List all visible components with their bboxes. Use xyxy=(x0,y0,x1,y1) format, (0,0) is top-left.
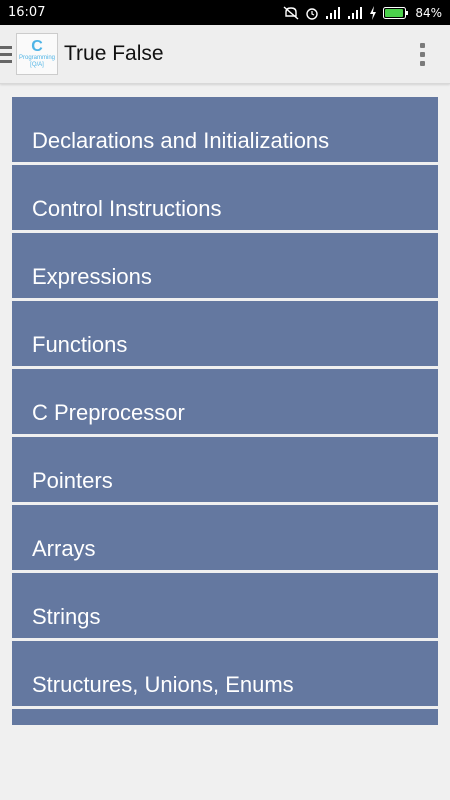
status-icons: 84% xyxy=(283,5,442,20)
logo-text: Programming xyxy=(18,55,55,61)
list-item-label: Functions xyxy=(32,332,128,357)
page-title: True False xyxy=(64,42,164,65)
list-item[interactable]: Control Instructions xyxy=(12,165,438,230)
list-item[interactable]: Strings xyxy=(12,573,438,638)
list-item[interactable]: Expressions xyxy=(12,233,438,298)
list-item[interactable]: Structures, Unions, Enums xyxy=(12,641,438,706)
logo-letter: C xyxy=(31,38,43,55)
signal-icon xyxy=(326,6,341,19)
list-item[interactable]: C Preprocessor xyxy=(12,369,438,434)
drawer-menu-icon[interactable] xyxy=(0,39,14,69)
list-item-label: C Preprocessor xyxy=(32,400,185,425)
list-item-label: Arrays xyxy=(32,536,96,561)
overflow-menu-icon[interactable] xyxy=(402,34,442,74)
list-item-label: Expressions xyxy=(32,264,152,289)
status-bar: 16:07 84% xyxy=(0,0,450,25)
list-item-label: Declarations and Initializations xyxy=(32,128,330,153)
battery-percent: 84% xyxy=(415,5,442,20)
app-bar: C Programming [Q/A] True False xyxy=(0,25,450,84)
app-logo[interactable]: C Programming [Q/A] xyxy=(16,33,58,75)
battery-icon xyxy=(383,6,409,19)
list-item[interactable]: Arrays xyxy=(12,505,438,570)
list-item-partial[interactable] xyxy=(12,709,438,725)
list-item-label: Structures, Unions, Enums xyxy=(32,672,294,697)
signal-icon xyxy=(348,6,363,19)
logo-subtext: [Q/A] xyxy=(30,62,44,68)
alarm-icon xyxy=(306,7,319,20)
list-item[interactable]: Declarations and Initializations xyxy=(12,97,438,162)
status-time: 16:07 xyxy=(8,5,46,20)
charging-icon xyxy=(370,5,377,20)
mute-icon xyxy=(283,5,299,20)
list-item[interactable]: Functions xyxy=(12,301,438,366)
list-item-label: Strings xyxy=(32,604,101,629)
topic-list: Declarations and Initializations Control… xyxy=(12,97,438,725)
list-item-label: Pointers xyxy=(32,468,113,493)
list-item-label: Control Instructions xyxy=(32,196,222,221)
list-item[interactable]: Pointers xyxy=(12,437,438,502)
